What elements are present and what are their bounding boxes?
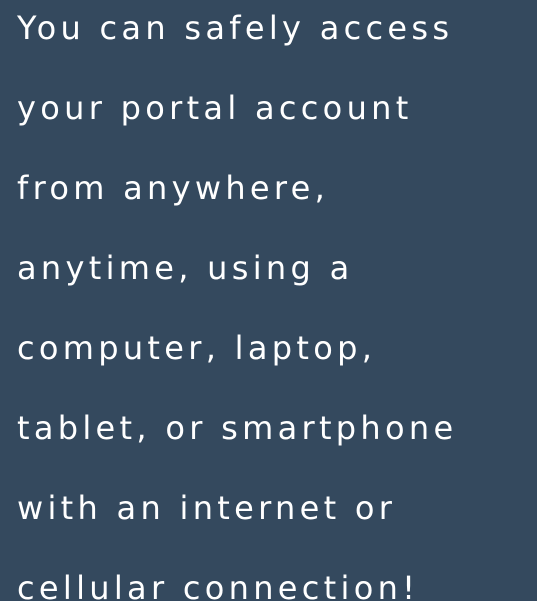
message-line: from anywhere, <box>17 169 330 207</box>
message-line: your portal account <box>17 89 413 127</box>
info-panel: You can safely access your portal accoun… <box>0 0 537 601</box>
message-line: with an internet or <box>17 489 397 527</box>
message-line: tablet, or smartphone <box>17 409 458 447</box>
message-line: computer, laptop, <box>17 329 377 367</box>
message-line: cellular connection! <box>17 569 420 601</box>
message-line: You can safely access <box>17 9 454 47</box>
message-line: anytime, using a <box>17 249 354 287</box>
